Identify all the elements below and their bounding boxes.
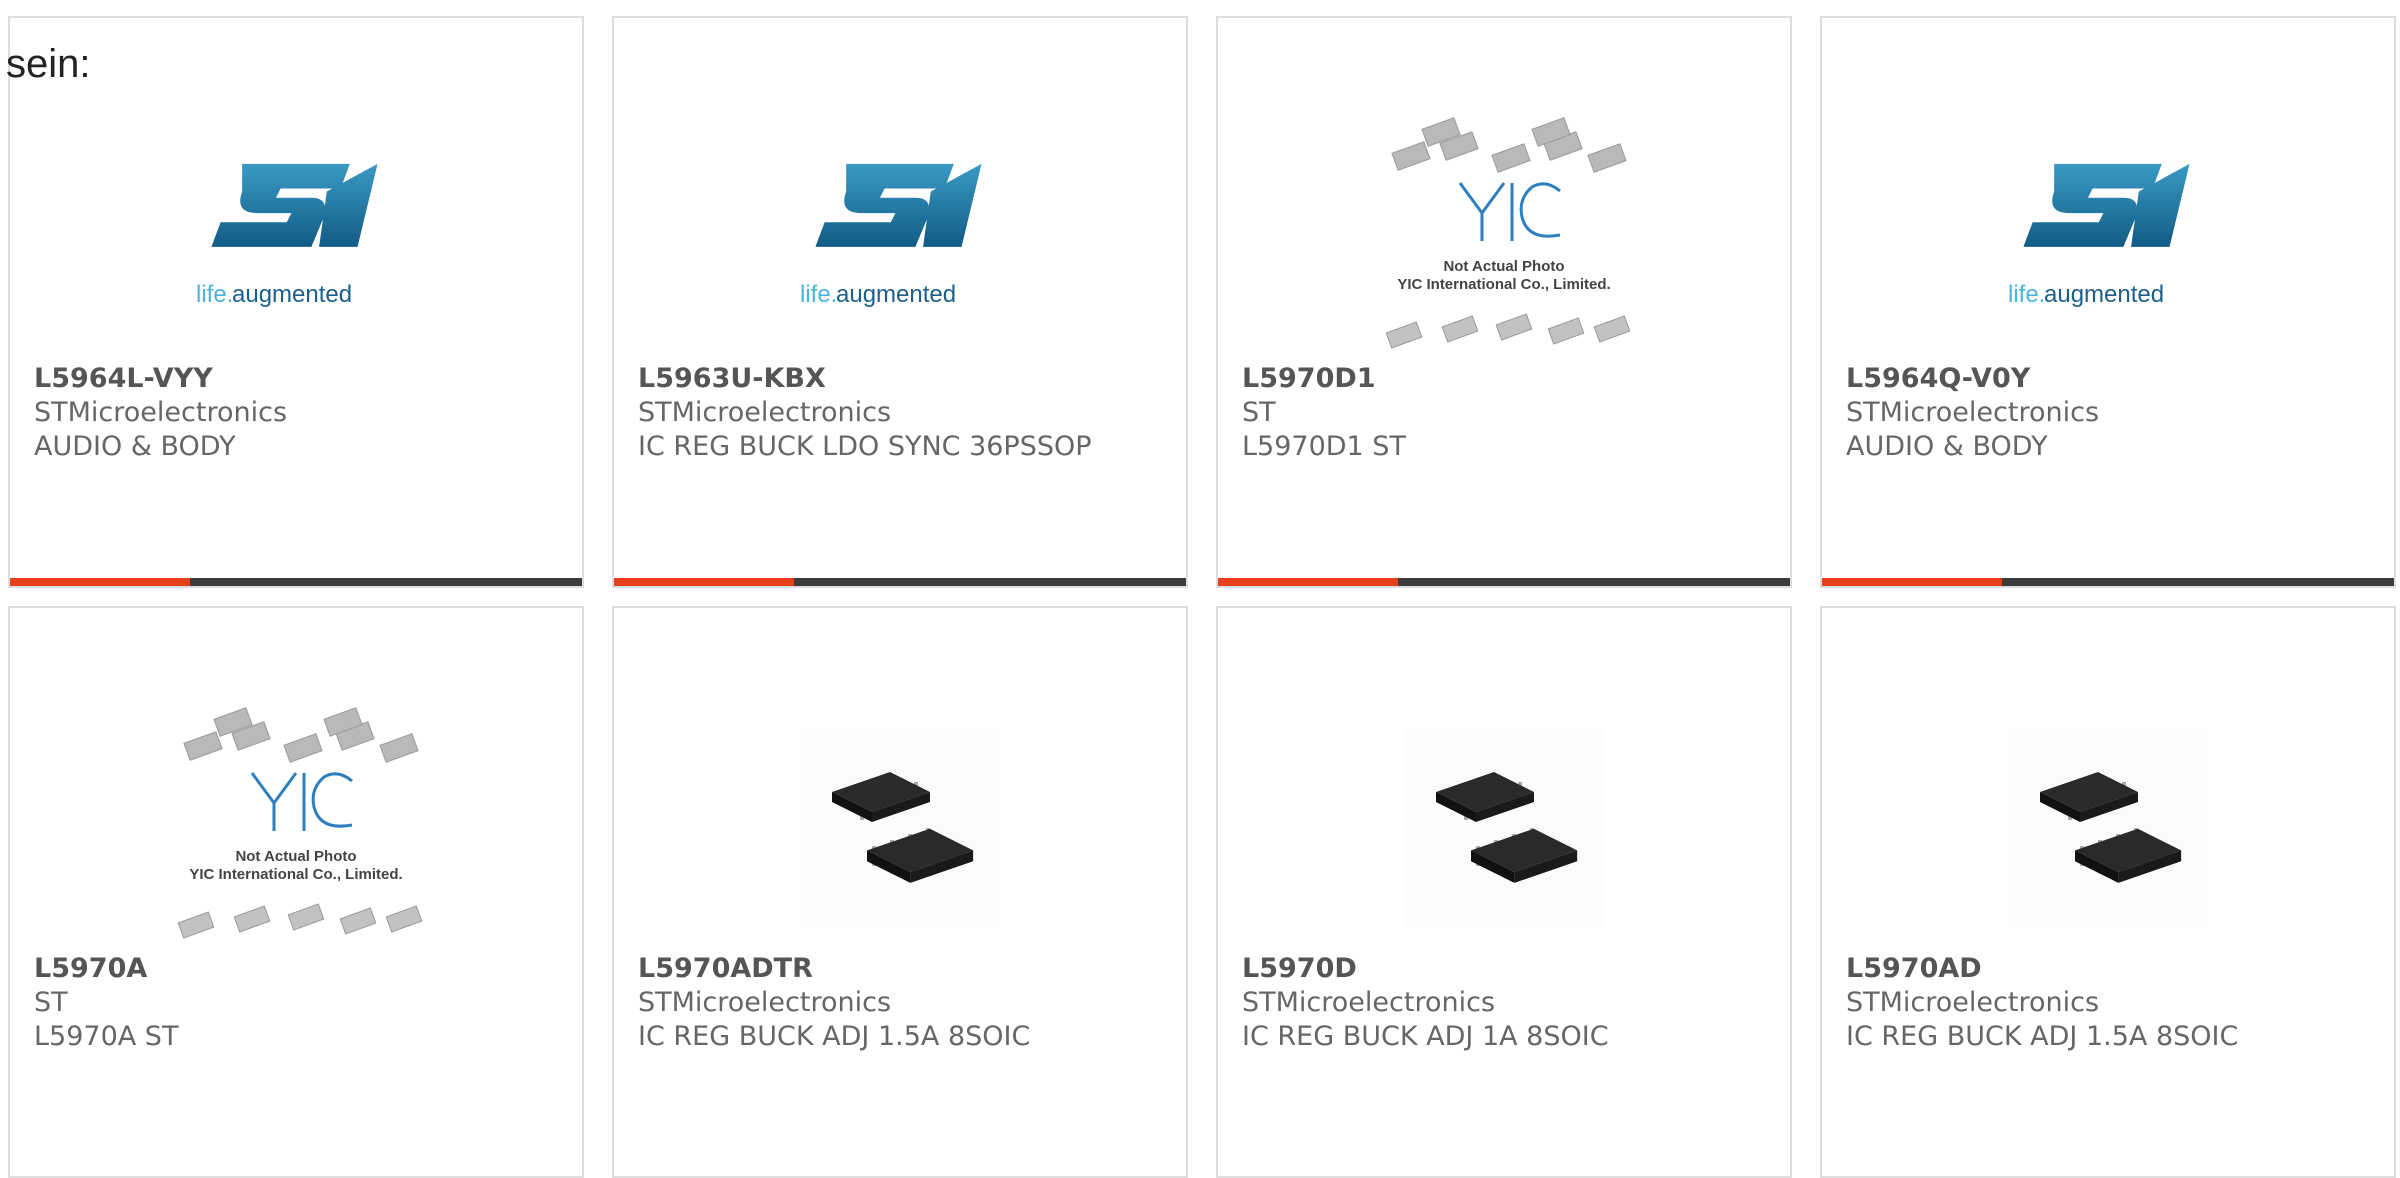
- product-image[interactable]: life. augmented: [10, 98, 582, 378]
- part-number-link[interactable]: L5970AD: [1846, 952, 2374, 986]
- hover-bar: [10, 578, 582, 586]
- product-image[interactable]: [1822, 688, 2394, 968]
- description: L5970A ST: [34, 1021, 179, 1052]
- soic-chip-icon: [800, 728, 1000, 928]
- description: IC REG BUCK ADJ 1.5A 8SOIC: [638, 1021, 1031, 1052]
- product-info: L5963U-KBX STMicroelectronics IC REG BUC…: [638, 362, 1166, 464]
- logo-tagline-a: life.: [800, 281, 837, 308]
- manufacturer: STMicroelectronics: [638, 397, 892, 428]
- product-image[interactable]: life. augmented: [614, 98, 1186, 378]
- soic-chip-icon: [1404, 728, 1604, 928]
- hover-bar-accent: [614, 578, 795, 586]
- placeholder-caption-2: YIC International Co., Limited.: [1397, 276, 1610, 293]
- placeholder-caption-2: YIC International Co., Limited.: [189, 866, 402, 883]
- product-card[interactable]: life. augmented L5964L-VYY STMicroelectr…: [8, 16, 584, 588]
- manufacturer: STMicroelectronics: [638, 987, 892, 1018]
- manufacturer: STMicroelectronics: [1242, 987, 1496, 1018]
- product-image[interactable]: [1218, 688, 1790, 968]
- part-number-link[interactable]: L5963U-KBX: [638, 362, 1166, 396]
- product-image[interactable]: Not Actual Photo YIC International Co., …: [1218, 98, 1790, 378]
- product-card[interactable]: L5970D STMicroelectronics IC REG BUCK AD…: [1216, 606, 1792, 1178]
- manufacturer: STMicroelectronics: [34, 397, 288, 428]
- description: AUDIO & BODY: [34, 431, 236, 462]
- product-card[interactable]: Not Actual Photo YIC International Co., …: [1216, 16, 1792, 588]
- yic-placeholder-image: Not Actual Photo YIC International Co., …: [1385, 117, 1631, 349]
- logo-tagline-b: augmented: [2044, 281, 2164, 308]
- hover-bar: [1218, 578, 1790, 586]
- part-number-link[interactable]: L5970ADTR: [638, 952, 1166, 986]
- hover-bar: [1822, 578, 2394, 586]
- part-number-link[interactable]: L5970A: [34, 952, 562, 986]
- description: L5970D1 ST: [1242, 431, 1406, 462]
- placeholder-caption-1: Not Actual Photo: [235, 848, 356, 865]
- soic-chip-icon: [2008, 728, 2208, 928]
- product-info: L5970D1 ST L5970D1 ST: [1242, 362, 1770, 464]
- lead-text: sein:: [6, 42, 91, 86]
- logo-tagline-a: life.: [2008, 281, 2045, 308]
- product-card[interactable]: L5970ADTR STMicroelectronics IC REG BUCK…: [612, 606, 1188, 1178]
- description: IC REG BUCK ADJ 1.5A 8SOIC: [1846, 1021, 2239, 1052]
- product-info: L5970D STMicroelectronics IC REG BUCK AD…: [1242, 952, 1770, 1054]
- product-info: L5964L-VYY STMicroelectronics AUDIO & BO…: [34, 362, 562, 464]
- product-image[interactable]: [614, 688, 1186, 968]
- product-info: L5970A ST L5970A ST: [34, 952, 562, 1054]
- product-info: L5970ADTR STMicroelectronics IC REG BUCK…: [638, 952, 1166, 1054]
- product-info: L5964Q-V0Y STMicroelectronics AUDIO & BO…: [1846, 362, 2374, 464]
- product-image[interactable]: Not Actual Photo YIC International Co., …: [10, 688, 582, 968]
- logo-tagline-a: life.: [196, 281, 233, 308]
- hover-bar-accent: [1218, 578, 1399, 586]
- logo-tagline-b: augmented: [836, 281, 956, 308]
- product-image[interactable]: life. augmented: [1822, 98, 2394, 378]
- yic-placeholder-image: Not Actual Photo YIC International Co., …: [177, 707, 423, 939]
- placeholder-caption-1: Not Actual Photo: [1443, 258, 1564, 275]
- part-number-link[interactable]: L5970D1: [1242, 362, 1770, 396]
- logo-tagline-b: augmented: [232, 281, 352, 308]
- st-logo-icon: life. augmented: [800, 163, 982, 308]
- hover-bar-accent: [1822, 578, 2003, 586]
- description: AUDIO & BODY: [1846, 431, 2048, 462]
- manufacturer: STMicroelectronics: [1846, 397, 2100, 428]
- part-number-link[interactable]: L5964L-VYY: [34, 362, 562, 396]
- product-card[interactable]: life. augmented L5964Q-V0Y STMicroelectr…: [1820, 16, 2396, 588]
- product-card[interactable]: L5970AD STMicroelectronics IC REG BUCK A…: [1820, 606, 2396, 1178]
- manufacturer: STMicroelectronics: [1846, 987, 2100, 1018]
- hover-bar: [614, 578, 1186, 586]
- part-number-link[interactable]: L5970D: [1242, 952, 1770, 986]
- description: IC REG BUCK ADJ 1A 8SOIC: [1242, 1021, 1609, 1052]
- product-card[interactable]: Not Actual Photo YIC International Co., …: [8, 606, 584, 1178]
- description: IC REG BUCK LDO SYNC 36PSSOP: [638, 431, 1092, 462]
- manufacturer: ST: [34, 987, 68, 1018]
- st-logo-icon: life. augmented: [196, 163, 378, 308]
- manufacturer: ST: [1242, 397, 1276, 428]
- st-logo-icon: life. augmented: [2008, 163, 2190, 308]
- hover-bar-accent: [10, 578, 191, 586]
- part-number-link[interactable]: L5964Q-V0Y: [1846, 362, 2374, 396]
- product-info: L5970AD STMicroelectronics IC REG BUCK A…: [1846, 952, 2374, 1054]
- product-card[interactable]: life. augmented L5963U-KBX STMicroelectr…: [612, 16, 1188, 588]
